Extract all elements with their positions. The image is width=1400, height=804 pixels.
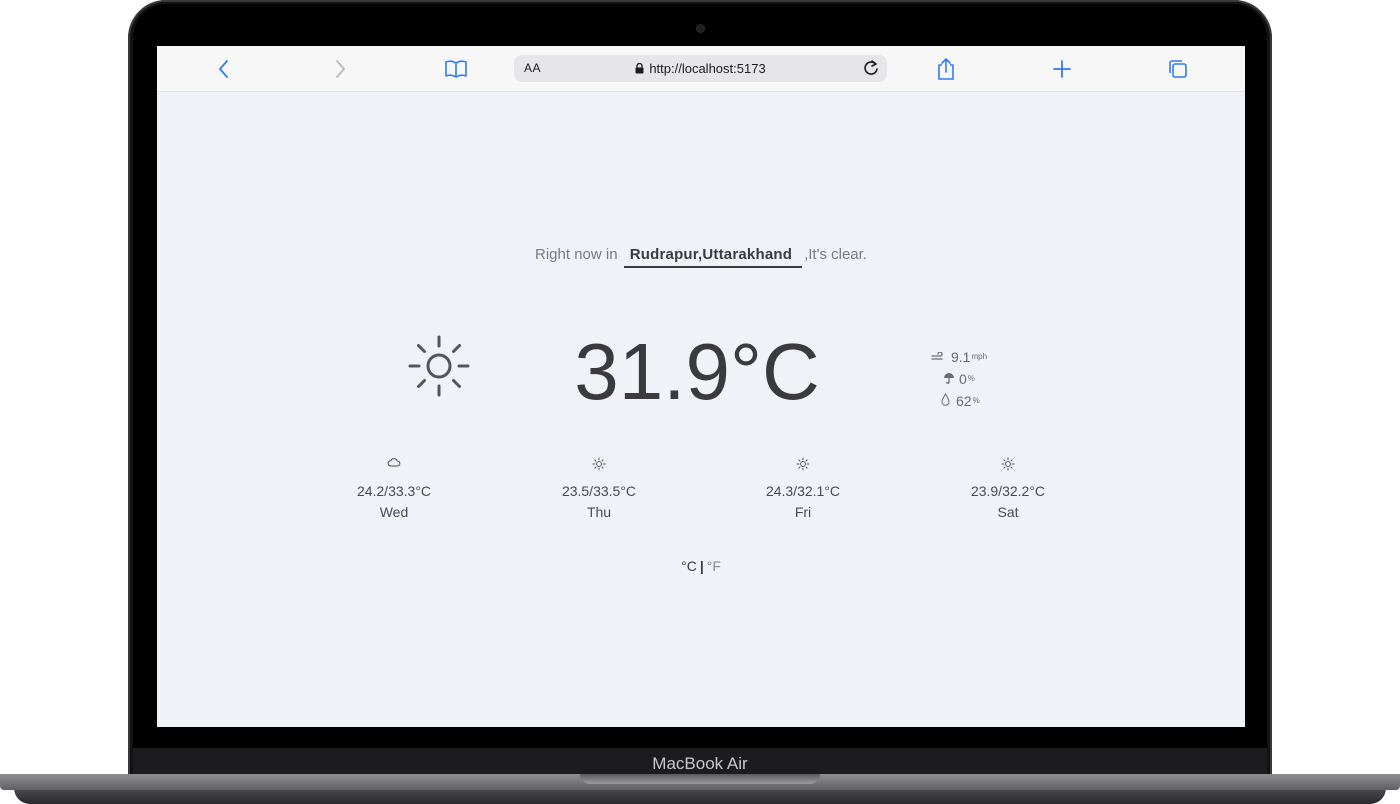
share-button[interactable]: [931, 54, 961, 84]
humidity-value: 62: [956, 393, 972, 409]
precipitation-value: 0: [959, 371, 967, 387]
forecast-day: 23.9/32.2°C Sat: [928, 457, 1088, 523]
url-display[interactable]: http://localhost:5173: [514, 61, 887, 77]
laptop-hinge-notch: [580, 774, 820, 784]
current-stats: 9.1 mph 0% 62%: [931, 346, 987, 412]
wind-value: 9.1: [951, 349, 971, 365]
forecast-day-label: Thu: [586, 504, 612, 520]
address-bar[interactable]: AA http://localhost:5173: [514, 55, 887, 82]
browser-toolbar: AA http://localhost:5173: [157, 46, 1245, 92]
cloud-icon: [314, 457, 474, 473]
wind-unit: mph: [971, 352, 988, 361]
forecast-temps: 23.5/33.5°C: [561, 483, 637, 499]
droplet-icon: [941, 390, 950, 412]
bookmarks-button[interactable]: [441, 54, 471, 84]
summary-condition: ,It's clear.: [804, 246, 867, 263]
forecast-day-label: Fri: [794, 504, 812, 520]
url-text: http://localhost:5173: [649, 61, 766, 76]
celsius-toggle[interactable]: °C: [681, 558, 697, 574]
fahrenheit-toggle[interactable]: °F: [707, 558, 721, 574]
current-temperature: 31.9°C: [574, 327, 820, 416]
forecast-temps: 24.3/32.1°C: [765, 483, 841, 499]
sun-icon: [928, 457, 1088, 473]
forecast-day: 24.3/32.1°C Fri: [723, 457, 883, 523]
new-tab-icon: [1053, 60, 1071, 78]
unit-toggle: °C | °F: [157, 558, 1245, 574]
tabs-button[interactable]: [1163, 54, 1193, 84]
sun-icon: [519, 457, 679, 473]
forecast-temps: 24.2/33.3°C: [356, 483, 432, 499]
precipitation-stat: 0%: [931, 368, 987, 390]
new-tab-button[interactable]: [1047, 54, 1077, 84]
forecast-day-label: Sat: [997, 504, 1019, 520]
city-input[interactable]: Rudrapur,Uttarakhand: [623, 246, 803, 268]
browser-window: AA http://localhost:5173 Right now in Ru…: [157, 46, 1245, 727]
weather-app: Right now in Rudrapur,Uttarakhand ,It's c…: [157, 92, 1245, 727]
forward-button[interactable]: [325, 54, 355, 84]
umbrella-icon: [943, 368, 955, 390]
humidity-unit: %: [972, 396, 980, 405]
bookmarks-icon: [445, 60, 467, 78]
sun-icon: [405, 332, 473, 405]
laptop-base-shadow: [14, 788, 1386, 804]
sun-icon: [723, 457, 883, 473]
back-icon: [219, 60, 228, 78]
forecast-day: 24.2/33.3°C Wed: [314, 457, 474, 523]
wind-icon: [931, 346, 945, 368]
unit-separator: |: [699, 558, 704, 574]
reload-icon: [864, 60, 878, 75]
back-button[interactable]: [209, 54, 239, 84]
forecast-temps: 23.9/32.2°C: [970, 483, 1046, 499]
humidity-stat: 62%: [931, 390, 987, 412]
wind-stat: 9.1 mph: [931, 346, 987, 368]
reload-button[interactable]: [861, 58, 881, 83]
tabs-icon: [1169, 60, 1187, 78]
camera: [697, 25, 704, 32]
forecast-day: 23.5/33.5°C Thu: [519, 457, 679, 523]
lock-icon: [635, 62, 644, 77]
forward-icon: [336, 60, 345, 78]
summary-prefix: Right now in: [535, 246, 618, 263]
forecast-day-label: Wed: [379, 504, 409, 520]
precipitation-unit: %: [967, 374, 975, 383]
share-icon: [938, 58, 954, 80]
current-summary: Right now in Rudrapur,Uttarakhand ,It's c…: [157, 246, 1245, 268]
device-label: MacBook Air: [652, 754, 748, 773]
